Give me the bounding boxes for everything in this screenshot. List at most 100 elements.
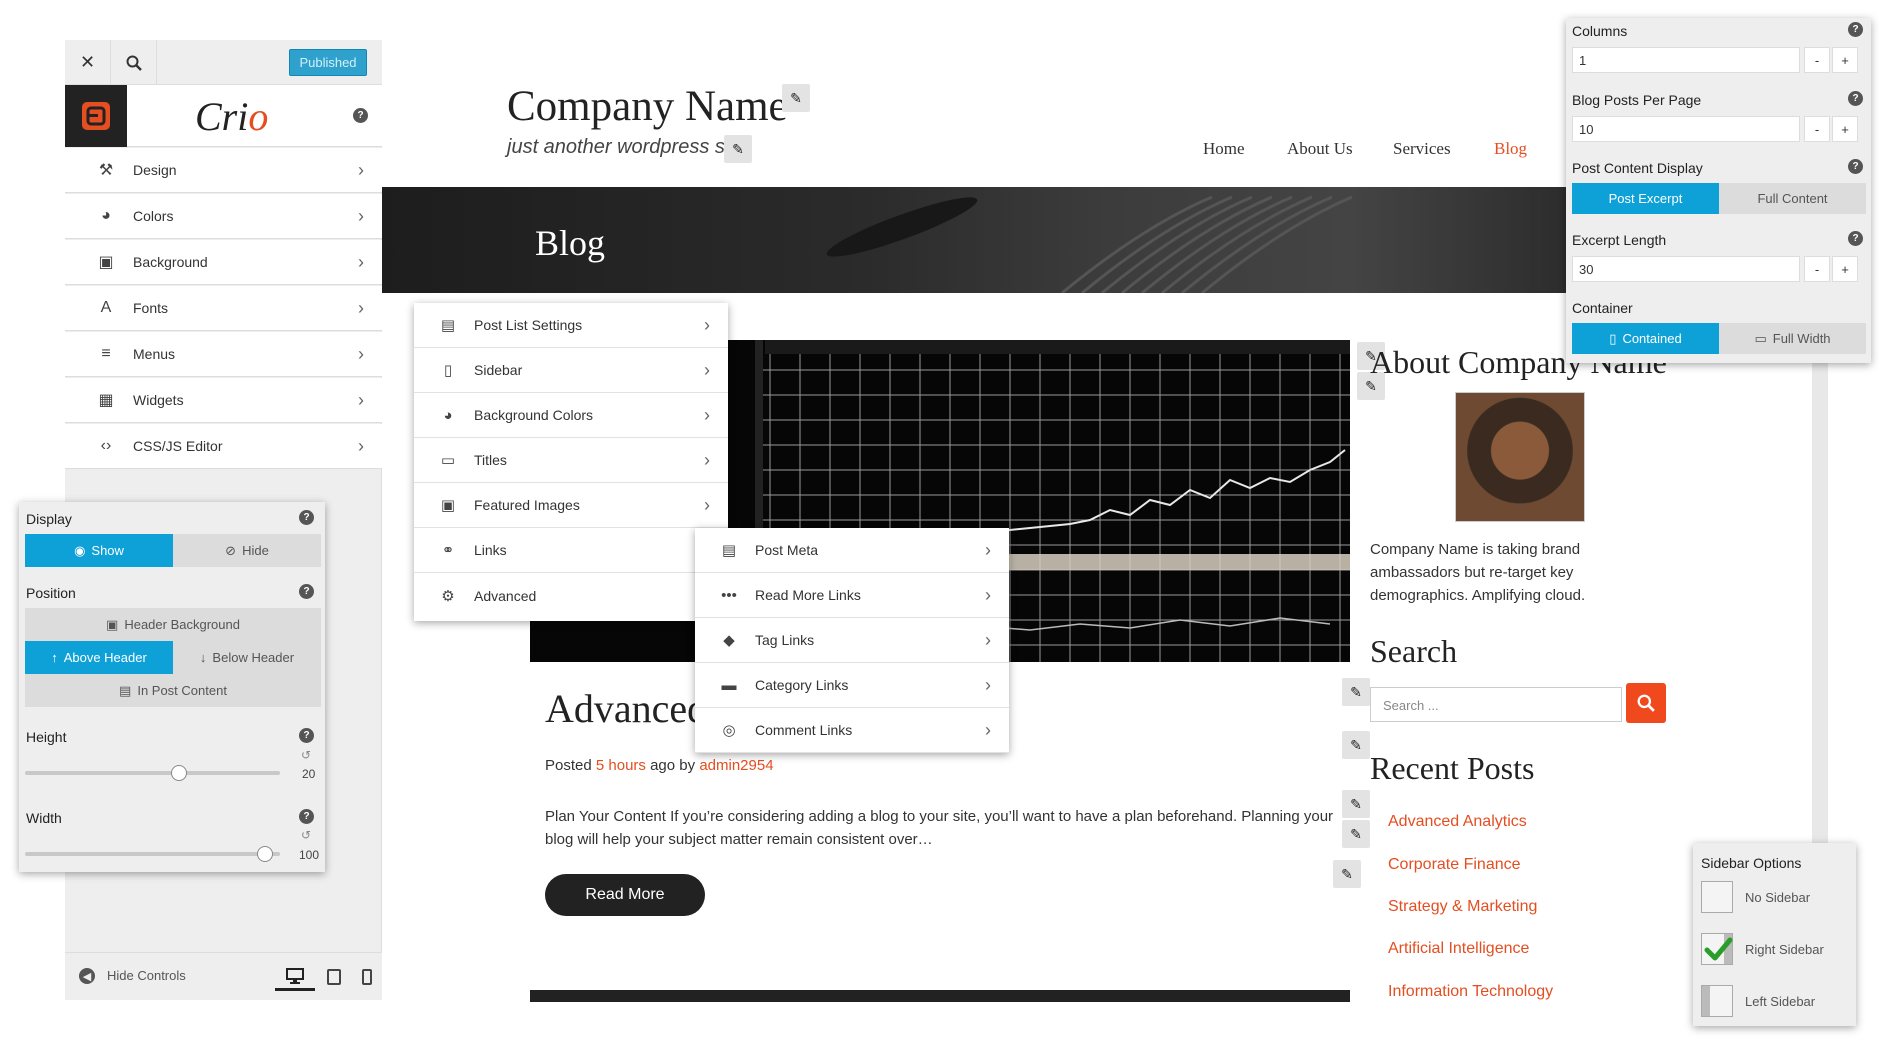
read-more-button[interactable]: Read More [545, 874, 705, 916]
search-icon[interactable] [111, 40, 157, 85]
per-page-increment[interactable]: + [1832, 116, 1858, 142]
menu-item-post-list-settings[interactable]: ▤ Post List Settings › [414, 303, 728, 348]
left-sidebar-option[interactable] [1701, 985, 1733, 1017]
chevron-right-icon: › [985, 674, 991, 695]
excerpt-increment[interactable]: + [1832, 256, 1858, 282]
menu-item-post-meta[interactable]: ▤ Post Meta › [695, 528, 1009, 573]
nav-blog[interactable]: Blog [1494, 139, 1527, 159]
menu-item-css-js-editor[interactable]: ‹› CSS/JS Editor › [65, 424, 382, 469]
right-sidebar-option[interactable] [1701, 933, 1733, 965]
page-edge [1812, 360, 1828, 860]
menu-item-category-links[interactable]: ▬ Category Links › [695, 663, 1009, 708]
no-sidebar-option[interactable] [1701, 881, 1733, 913]
site-tagline[interactable]: just another wordpress site [507, 136, 746, 159]
search-input[interactable]: Search ... [1370, 687, 1622, 722]
excerpt-length-input[interactable] [1572, 256, 1800, 282]
brand-icon[interactable] [65, 85, 127, 147]
full-width-toggle[interactable]: ▭ Full Width [1719, 323, 1866, 354]
recent-post-link[interactable]: Strategy & Marketing [1388, 898, 1537, 916]
menu-item-background-colors[interactable]: ◕ Background Colors › [414, 393, 728, 438]
columns-increment[interactable]: + [1832, 47, 1858, 73]
post-excerpt-toggle[interactable]: Post Excerpt [1572, 183, 1719, 214]
post-author-link[interactable]: admin2954 [699, 757, 773, 774]
collapse-icon[interactable]: ◀ [79, 968, 95, 984]
menu-item-menus[interactable]: ≡ Menus › [65, 332, 382, 377]
menu-item-design[interactable]: ⚒ Design › [65, 148, 382, 193]
menu-item-featured-images[interactable]: ▣ Featured Images › [414, 483, 728, 528]
contained-icon: ▯ [1609, 330, 1617, 346]
height-slider-handle[interactable] [171, 765, 187, 781]
search-button[interactable] [1626, 683, 1666, 723]
hide-controls-button[interactable]: Hide Controls [107, 968, 186, 983]
edit-pencil-icon[interactable]: ✎ [1342, 790, 1370, 818]
nav-home[interactable]: Home [1203, 139, 1245, 159]
recent-post-link[interactable]: Artificial Intelligence [1388, 940, 1529, 958]
help-icon[interactable]: ? [353, 108, 368, 123]
menu-item-links[interactable]: ⚭Links› [414, 528, 728, 573]
menu-item-colors[interactable]: ◕ Colors › [65, 194, 382, 239]
width-slider[interactable] [25, 852, 280, 856]
display-show-toggle[interactable]: ◉ Show [25, 534, 173, 567]
mobile-preview-icon[interactable] [355, 963, 379, 991]
reset-icon[interactable]: ↺ [301, 748, 311, 762]
position-above-header[interactable]: ↑ Above Header [25, 641, 173, 674]
customizer-toolbar: ✕ Published [65, 40, 382, 85]
help-icon[interactable]: ? [1848, 22, 1863, 37]
columns-decrement[interactable]: - [1804, 47, 1830, 73]
menu-item-fonts[interactable]: A Fonts › [65, 286, 382, 331]
chevron-right-icon: › [704, 359, 710, 380]
position-below-header[interactable]: ↓ Below Header [173, 641, 321, 674]
nav-services[interactable]: Services [1393, 139, 1451, 159]
next-post-image[interactable] [530, 990, 1350, 1002]
menu-item-advanced[interactable]: ⚙ Advanced [414, 573, 728, 618]
per-page-decrement[interactable]: - [1804, 116, 1830, 142]
help-icon[interactable]: ? [299, 809, 314, 824]
edit-pencil-icon[interactable]: ✎ [724, 135, 752, 163]
menu-item-tag-links[interactable]: ◆ Tag Links › [695, 618, 1009, 663]
nav-about-us[interactable]: About Us [1287, 139, 1353, 159]
position-header-background[interactable]: ▣ Header Background [25, 608, 321, 641]
menu-item-titles[interactable]: ▭ Titles › [414, 438, 728, 483]
published-button[interactable]: Published [289, 49, 367, 76]
tablet-preview-icon[interactable] [319, 963, 349, 991]
desktop-preview-icon[interactable] [275, 963, 315, 991]
help-icon[interactable]: ? [1848, 231, 1863, 246]
post-title[interactable]: Advanced [545, 685, 707, 732]
help-icon[interactable]: ? [299, 510, 314, 525]
position-in-post-content[interactable]: ▤ In Post Content [25, 674, 321, 707]
edit-pencil-icon[interactable]: ✎ [1342, 678, 1370, 706]
menu-item-background[interactable]: ▣ Background › [65, 240, 382, 285]
recent-post-link[interactable]: Corporate Finance [1388, 856, 1521, 874]
ellipsis-icon: ••• [721, 586, 737, 604]
chevron-right-icon: › [985, 629, 991, 650]
excerpt-decrement[interactable]: - [1804, 256, 1830, 282]
code-icon: ‹› [100, 437, 112, 454]
help-icon[interactable]: ? [299, 584, 314, 599]
edit-pencil-icon[interactable]: ✎ [782, 84, 810, 112]
post-time-link[interactable]: 5 hours [596, 757, 646, 774]
edit-pencil-icon[interactable]: ✎ [1342, 820, 1370, 848]
contained-toggle[interactable]: ▯ Contained [1572, 323, 1719, 354]
help-icon[interactable]: ? [299, 728, 314, 743]
comments-icon: ◎ [722, 722, 736, 739]
site-title[interactable]: Company Name [507, 82, 788, 131]
recent-post-link[interactable]: Advanced Analytics [1388, 813, 1527, 831]
menu-item-read-more-links[interactable]: ••• Read More Links › [695, 573, 1009, 618]
menu-item-widgets[interactable]: ▦ Widgets › [65, 378, 382, 423]
edit-pencil-icon[interactable]: ✎ [1342, 731, 1370, 759]
full-content-toggle[interactable]: Full Content [1719, 183, 1866, 214]
width-slider-handle[interactable] [257, 846, 273, 862]
menu-item-sidebar[interactable]: ▯ Sidebar › [414, 348, 728, 393]
menu-item-comment-links[interactable]: ◎ Comment Links › [695, 708, 1009, 753]
help-icon[interactable]: ? [1848, 159, 1863, 174]
per-page-input[interactable] [1572, 116, 1800, 142]
chevron-right-icon: › [358, 343, 364, 364]
reset-icon[interactable]: ↺ [301, 828, 311, 842]
height-slider[interactable] [25, 771, 280, 775]
columns-input[interactable] [1572, 47, 1800, 73]
edit-pencil-icon[interactable]: ✎ [1333, 860, 1361, 888]
display-hide-toggle[interactable]: ⊘ Hide [173, 534, 321, 567]
close-icon[interactable]: ✕ [65, 40, 111, 85]
help-icon[interactable]: ? [1848, 91, 1863, 106]
recent-post-link[interactable]: Information Technology [1388, 983, 1553, 1001]
